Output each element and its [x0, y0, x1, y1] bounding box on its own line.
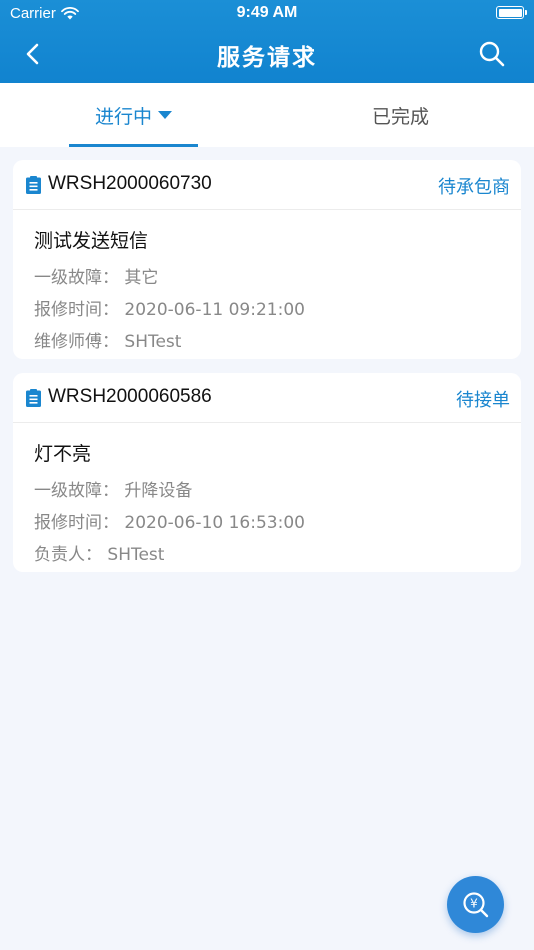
report-time-label: 报修时间：: [34, 300, 119, 320]
active-tab-indicator: [69, 144, 198, 147]
tab-in-progress[interactable]: 进行中: [0, 83, 267, 147]
ticket-number: WRSH2000060586: [48, 386, 212, 407]
assignee-value: SHTest: [107, 545, 165, 565]
fault-level-row: 一级故障： 其它: [34, 263, 158, 288]
tab-completed[interactable]: 已完成: [267, 83, 534, 147]
report-time-row: 报修时间： 2020-06-11 09:21:00: [34, 295, 305, 320]
technician-row: 维修师傅： SHTest: [34, 327, 181, 352]
assignee-label: 负责人：: [34, 545, 102, 565]
report-time-value: 2020-06-10 16:53:00: [124, 513, 305, 533]
report-time-row: 报修时间： 2020-06-10 16:53:00: [34, 508, 305, 533]
fault-level-value: 升降设备: [124, 481, 193, 501]
status-tabs: 进行中 已完成: [0, 83, 534, 147]
battery-icon: [496, 6, 527, 19]
search-icon: [479, 41, 505, 67]
service-request-card[interactable]: WRSH2000060730 待承包商 测试发送短信 一级故障： 其它 报修时间…: [13, 160, 521, 359]
request-title: 灯不亮: [34, 443, 92, 465]
card-header: WRSH2000060730 待承包商: [13, 160, 521, 210]
status-badge: 待接单: [456, 390, 510, 411]
fault-level-row: 一级故障： 升降设备: [34, 476, 192, 501]
service-request-card[interactable]: WRSH2000060586 待接单 灯不亮 一级故障： 升降设备 报修时间： …: [13, 373, 521, 572]
fault-level-value: 其它: [124, 268, 159, 288]
clipboard-icon: [26, 389, 41, 407]
page-title: 服务请求: [217, 45, 317, 71]
clipboard-icon: [26, 176, 41, 194]
yen-search-icon: ¥: [462, 891, 488, 917]
price-search-button[interactable]: ¥: [447, 876, 504, 933]
search-button[interactable]: [476, 38, 508, 70]
app-header: Carrier 9:49 AM 服务请求: [0, 0, 534, 83]
card-header: WRSH2000060586 待接单: [13, 373, 521, 423]
yen-symbol: ¥: [470, 896, 478, 910]
technician-label: 维修师傅：: [34, 332, 119, 352]
assignee-row: 负责人： SHTest: [34, 540, 164, 565]
technician-value: SHTest: [124, 332, 182, 352]
tab-completed-label: 已完成: [371, 105, 429, 128]
report-time-value: 2020-06-11 09:21:00: [124, 300, 305, 320]
fault-level-label: 一级故障：: [34, 268, 119, 288]
nav-bar: 服务请求: [0, 28, 534, 83]
ticket-number: WRSH2000060730: [48, 173, 212, 194]
caret-down-icon: [158, 111, 172, 119]
report-time-label: 报修时间：: [34, 513, 119, 533]
request-title: 测试发送短信: [34, 230, 149, 252]
tab-in-progress-label: 进行中: [94, 105, 152, 128]
status-bar: Carrier 9:49 AM: [0, 0, 534, 28]
fault-level-label: 一级故障：: [34, 481, 119, 501]
status-time: 9:49 AM: [236, 4, 298, 21]
status-badge: 待承包商: [438, 177, 510, 198]
